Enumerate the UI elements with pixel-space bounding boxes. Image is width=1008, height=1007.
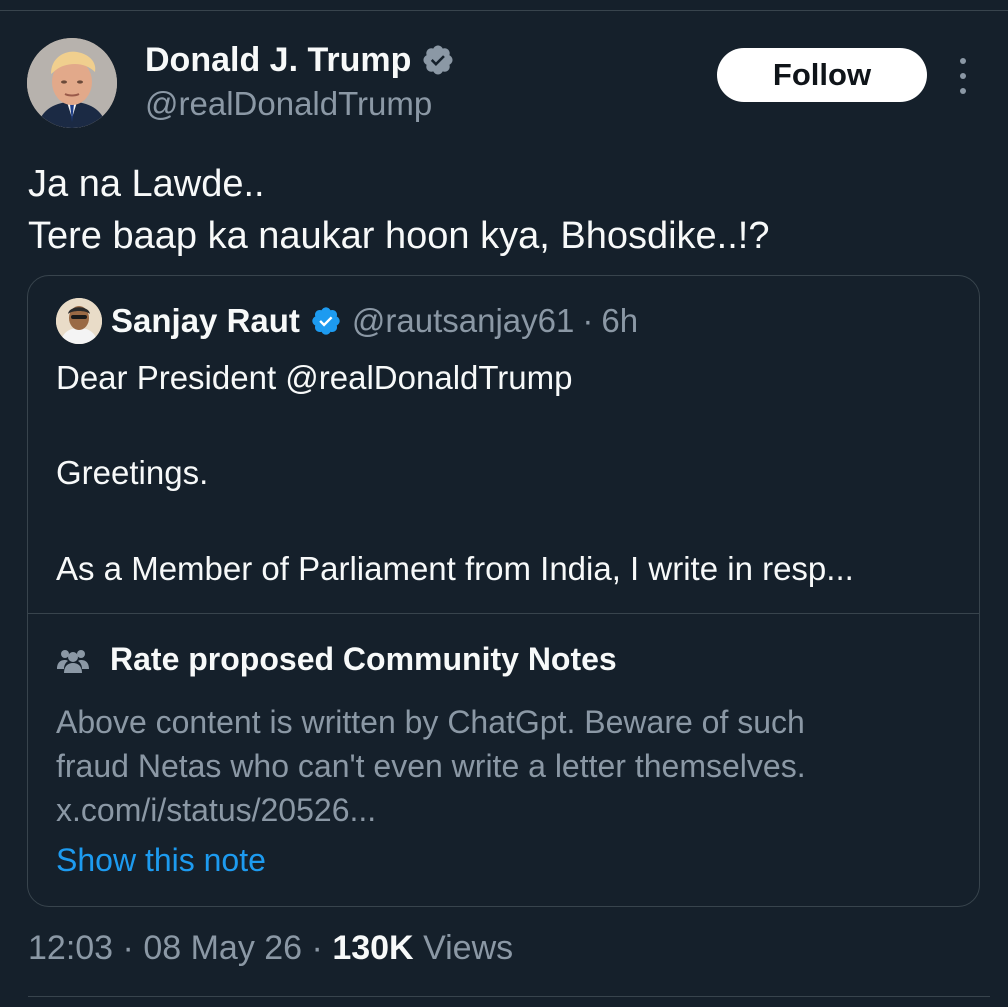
quote-divider bbox=[28, 613, 979, 614]
tweet-time[interactable]: 12:03 bbox=[28, 929, 113, 967]
verified-gray-badge-icon bbox=[423, 45, 453, 75]
bottom-divider bbox=[28, 996, 990, 997]
community-notes-title[interactable]: Rate proposed Community Notes bbox=[110, 641, 617, 678]
author-name-row[interactable]: Donald J. Trump bbox=[145, 40, 455, 80]
separator-dot: · bbox=[122, 929, 134, 967]
community-notes-header[interactable]: Rate proposed Community Notes bbox=[56, 641, 617, 678]
tweet-text: Ja na Lawde.. Tere baap ka naukar hoon k… bbox=[28, 158, 769, 262]
note-text-line: Above content is written by ChatGpt. Bew… bbox=[56, 704, 805, 740]
note-text-line: fraud Netas who can't even write a lette… bbox=[56, 748, 806, 784]
top-divider bbox=[0, 10, 1008, 11]
separator-dot: · bbox=[582, 302, 594, 339]
separator-dot: · bbox=[311, 929, 323, 967]
quoted-author-avatar[interactable] bbox=[56, 298, 102, 344]
quoted-tweet-header: Sanjay Raut @rautsanjay61 · 6h bbox=[56, 298, 638, 344]
views-label: Views bbox=[423, 929, 514, 967]
more-options-icon[interactable] bbox=[948, 58, 978, 94]
note-link[interactable]: x.com/i/status/20526... bbox=[56, 788, 376, 832]
author-name[interactable]: Donald J. Trump bbox=[145, 40, 411, 80]
author-handle[interactable]: @realDonaldTrump bbox=[145, 84, 432, 124]
follow-button[interactable]: Follow bbox=[717, 48, 927, 102]
quoted-timestamp[interactable]: 6h bbox=[601, 302, 638, 340]
show-note-link[interactable]: Show this note bbox=[56, 838, 266, 882]
quoted-author-name[interactable]: Sanjay Raut bbox=[111, 302, 300, 340]
tweet-detail: Donald J. Trump @realDonaldTrump Follow … bbox=[0, 0, 1008, 1007]
verified-blue-badge-icon bbox=[312, 307, 340, 335]
views-count[interactable]: 130K bbox=[332, 929, 413, 967]
people-icon bbox=[57, 649, 89, 673]
quoted-text-line: Dear President @realDonaldTrump bbox=[56, 359, 573, 396]
author-avatar[interactable] bbox=[27, 38, 117, 128]
tweet-date[interactable]: 08 May 26 bbox=[143, 929, 302, 967]
quoted-tweet-card[interactable]: Sanjay Raut @rautsanjay61 · 6h Dear Pres… bbox=[27, 275, 980, 907]
quoted-text-line: Greetings. bbox=[56, 454, 209, 491]
quoted-author-handle[interactable]: @rautsanjay61 bbox=[352, 302, 574, 340]
tweet-line: Tere baap ka naukar hoon kya, Bhosdike..… bbox=[28, 215, 770, 257]
tweet-line: Ja na Lawde.. bbox=[28, 163, 265, 205]
quoted-text-line: As a Member of Parliament from India, I … bbox=[56, 550, 854, 587]
tweet-meta: 12:03 · 08 May 26 · 130K Views bbox=[28, 925, 513, 971]
